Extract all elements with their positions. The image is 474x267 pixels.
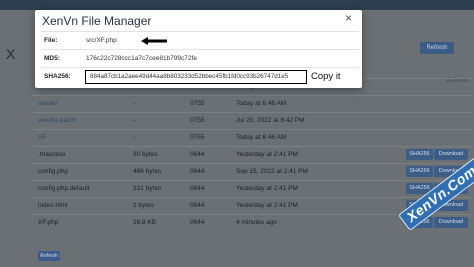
table-row: .htaccess 30 bytes 0644 Yesterday at 2:41 P… [32,146,472,162]
file-modified-date: Yesterday at 2:41 PM [236,202,298,209]
header-refresh-button[interactable]: Refresh [420,42,454,54]
file-name: config.php.default [38,185,90,192]
file-value: src/XF.php [86,37,117,44]
md5-label: MD5: [44,55,60,62]
sha256-value[interactable]: 884a87cb1a2aee49d44aa8b803233d52bbec45fb… [85,70,307,84]
modal-title: XenVn File Manager [42,14,152,28]
sha256-label: SHA256: [44,73,71,80]
file-modified-date: Yesterday at 2:41 PM [236,151,298,158]
sha256-row: SHA256: 884a87cb1a2aee49d44aa8b803233d52… [41,67,359,85]
table-row: config.php.default 231 bytes 0644 Yesterday… [32,180,472,196]
file-permissions: 0644 [190,151,205,158]
file-permissions: 0755 [190,117,205,124]
file-size: 1 bytes [133,202,154,209]
table-row: vendor - 0755 Today at 6:46 AM [32,95,472,111]
file-name: config.php [38,168,68,175]
file-size: 231 bytes [133,185,162,192]
download-button[interactable]: Download [434,217,468,228]
file-permissions: 0755 [190,100,205,107]
copy-it-annotation: Copy it [311,71,341,82]
file-label: File: [44,37,58,44]
file-modified-date: 4 minutes ago [236,219,277,226]
file-modified-date: Sep 15, 2022 at 2:41 PM [236,168,308,175]
sha256-button[interactable]: SHA256 [406,166,433,177]
file-size: - [133,134,136,141]
top-bar [0,0,474,10]
close-icon[interactable]: × [345,11,352,25]
file-permissions: 0644 [190,219,205,226]
file-info-modal: XenVn File Manager × File: src/XF.php MD… [35,10,362,88]
file-size: - [133,117,136,124]
file-modified-date: Jul 20, 2022 at 6:42 PM [236,117,305,124]
file-name[interactable]: vendor-patch [38,113,76,129]
file-name[interactable]: XF [38,130,46,146]
md5-value[interactable]: 176c22c728ccc1a7c7cee81b799c72fe [86,50,197,68]
file-name: .htaccess [38,151,66,158]
page-title: X [6,46,16,62]
file-name: index.html [38,202,68,209]
arrow-left-icon [141,37,167,45]
table-row: config.php 466 bytes 0644 Sep 15, 2022 at 2… [32,163,472,179]
file-modified-date: Today at 6:46 AM [236,100,287,107]
file-permissions: 0644 [190,185,205,192]
file-size: 26.8 KB [133,219,157,226]
table-row: vendor-patch - 0755 Jul 20, 2022 at 6:42 PM [32,112,472,128]
file-size: 30 bytes [133,151,158,158]
file-name: XF.php [38,219,59,226]
file-size: - [133,100,136,107]
file-permissions: 0644 [190,168,205,175]
file-modified-date: Today at 6:46 AM [236,134,287,141]
file-size: 466 bytes [133,168,162,175]
file-name[interactable]: vendor [38,96,58,112]
file-modified-date: Yesterday at 2:41 PM [236,185,298,192]
refresh-button[interactable]: Refresh [38,251,60,261]
sha256-button[interactable]: SHA256 [406,149,433,160]
table-row: XF - 0755 Today at 6:46 AM [32,129,472,145]
file-permissions: 0755 [190,134,205,141]
md5-row: MD5: 176c22c728ccc1a7c7cee81b799c72fe [41,49,359,67]
file-row: File: src/XF.php [41,31,359,49]
download-button[interactable]: Download [434,149,468,160]
file-permissions: 0644 [190,202,205,209]
